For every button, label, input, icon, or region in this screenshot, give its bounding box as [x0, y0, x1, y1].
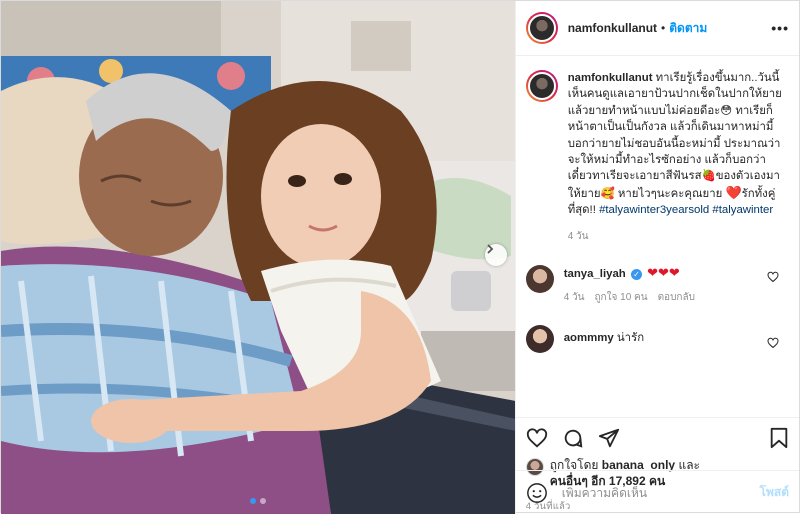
caption-emoji-1: 😳: [720, 104, 733, 117]
comment-text: ❤❤❤: [647, 265, 680, 281]
add-comment-bar: โพสต์: [515, 470, 799, 514]
comment-item: aommmy น่ารัก: [525, 325, 789, 354]
verified-badge-icon: ✓: [630, 268, 642, 280]
bookmark-icon[interactable]: [769, 427, 789, 449]
commenter-username[interactable]: tanya_liyah: [564, 268, 626, 280]
comment-body: tanya_liyah ✓ ❤❤❤ 4 วัน ถูกใจ 10 คน ตอบก…: [564, 265, 789, 305]
follow-button[interactable]: ติดตาม: [669, 19, 707, 38]
caption-username[interactable]: namfonkullanut: [568, 72, 653, 84]
comment-time: 4 วัน: [563, 292, 585, 304]
carousel-dot: [259, 498, 266, 504]
heart-icon[interactable]: [767, 337, 779, 349]
like-heart-icon[interactable]: [526, 427, 548, 449]
more-options-icon[interactable]: •••: [771, 20, 789, 36]
comment-body: aommmy น่ารัก: [564, 331, 789, 346]
caption-avatar[interactable]: [525, 70, 558, 102]
commenter-username[interactable]: aommmy: [564, 332, 614, 344]
post-header: namfonkullanut • ติดตาม •••: [515, 1, 799, 56]
caption-body-4: หายไวๆนะคะคุณยาย: [614, 187, 723, 200]
comment-text: น่ารัก: [616, 332, 645, 345]
post-side-panel: namfonkullanut • ติดตาม ••• namfonkullan…: [514, 1, 799, 514]
author-avatar[interactable]: [525, 12, 558, 44]
carousel-dot: [249, 498, 256, 504]
hashtag-link[interactable]: #talyawinter3yearsold: [599, 204, 709, 216]
carousel-indicator: [249, 498, 266, 504]
reply-button[interactable]: ตอบกลับ: [658, 290, 695, 305]
caption-emoji-4: ❤️: [725, 184, 742, 200]
next-photo-button[interactable]: [484, 244, 507, 266]
photo-illustration: [1, 1, 515, 514]
share-send-icon[interactable]: [598, 427, 620, 449]
caption-emoji-2: 🍓: [701, 170, 716, 183]
caption-time: 4 วัน: [567, 230, 589, 242]
comment-meta: 4 วัน ถูกใจ 10 คน ตอบกลับ: [564, 290, 789, 305]
commenter-avatar[interactable]: [525, 265, 554, 294]
comment-item: tanya_liyah ✓ ❤❤❤ 4 วัน ถูกใจ 10 คน ตอบก…: [525, 265, 789, 305]
author-username[interactable]: namfonkullanut: [568, 21, 657, 35]
caption-text: namfonkullanut ทาเรียรู้เรื่องขึ้นมาก..ว…: [568, 70, 783, 245]
comment-likes[interactable]: ถูกใจ 10 คน: [595, 290, 648, 305]
post-comment-button[interactable]: โพสต์: [760, 483, 789, 502]
caption: namfonkullanut ทาเรียรู้เรื่องขึ้นมาก..ว…: [525, 70, 789, 245]
heart-icon[interactable]: [767, 271, 779, 283]
caption-emoji-3: 🥰: [600, 187, 615, 200]
post-photo[interactable]: [1, 1, 515, 514]
post-dialog: namfonkullanut • ติดตาม ••• namfonkullan…: [0, 0, 800, 514]
action-bar: [515, 417, 799, 457]
comments-section[interactable]: namfonkullanut ทาเรียรู้เรื่องขึ้นมาก..ว…: [516, 56, 799, 417]
comment-bubble-icon[interactable]: [562, 427, 584, 449]
comment-input[interactable]: [561, 485, 760, 500]
separator-dot: •: [661, 21, 666, 35]
emoji-smiley-icon[interactable]: [526, 482, 548, 504]
commenter-avatar[interactable]: [525, 325, 554, 354]
hashtag-link[interactable]: #talyawinter: [712, 204, 773, 216]
